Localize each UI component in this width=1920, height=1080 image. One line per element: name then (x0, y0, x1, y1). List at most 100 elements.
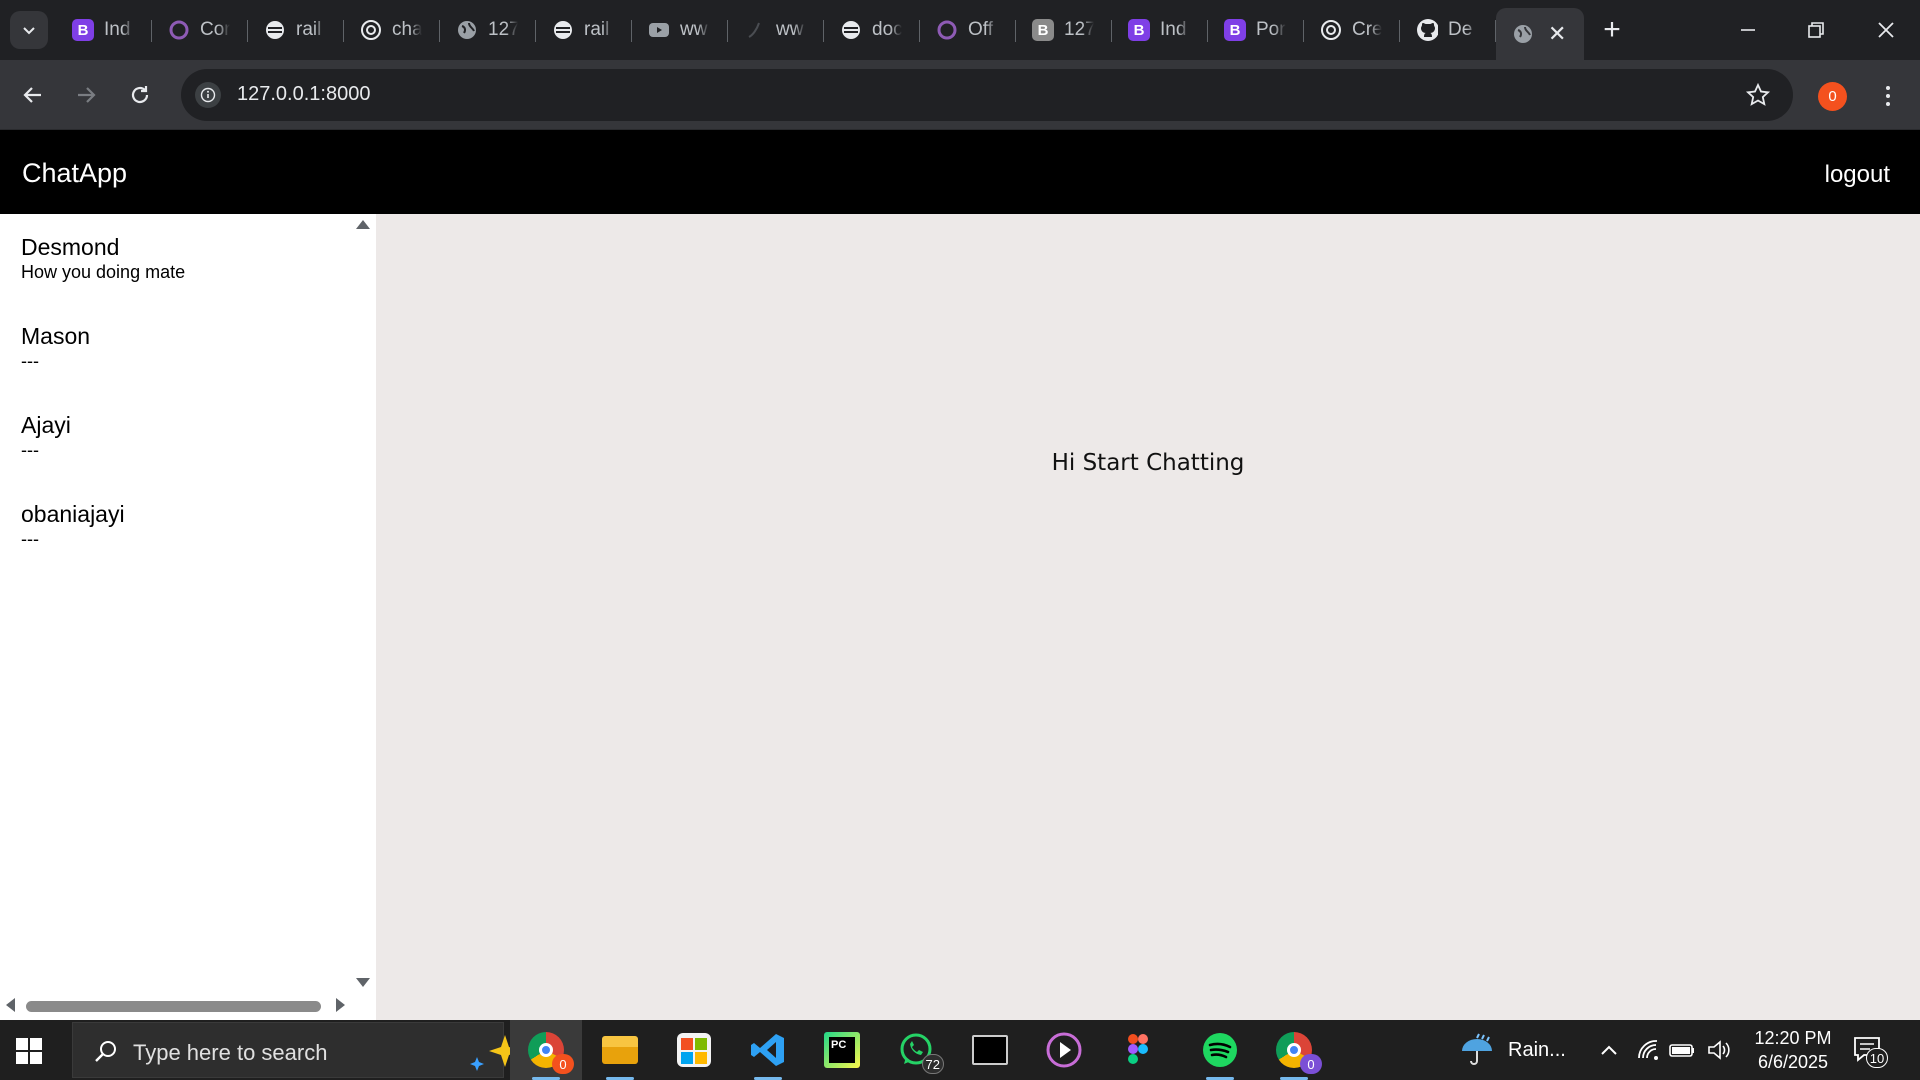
folder-icon (602, 1036, 638, 1064)
profile-avatar[interactable]: 0 (1818, 82, 1847, 111)
browser-tab[interactable]: cha (344, 8, 440, 52)
app-header: ChatApp logout (0, 130, 1920, 214)
taskbar-terminal[interactable] (954, 1020, 1026, 1080)
conversation-item[interactable]: obaniajayi --- (21, 501, 341, 549)
browser-tab[interactable]: 127 (440, 8, 536, 52)
tab-favicon-icon (840, 19, 862, 41)
active-browser-tab[interactable]: ✕ (1496, 8, 1584, 60)
taskbar-search-box[interactable]: Type here to search (72, 1022, 551, 1078)
show-hidden-icons-button[interactable] (1598, 1020, 1620, 1080)
tab-search-button[interactable] (10, 11, 48, 49)
taskbar-store[interactable] (658, 1020, 730, 1080)
taskbar-chrome-secondary[interactable]: 0 (1258, 1020, 1330, 1080)
reload-button[interactable] (122, 77, 158, 113)
conversation-item[interactable]: Ajayi --- (21, 412, 341, 460)
chrome-profile-badge: 0 (1300, 1054, 1322, 1074)
browser-tab[interactable]: ww (632, 8, 728, 52)
tab-favicon-icon (936, 19, 958, 41)
minimize-icon (1741, 29, 1755, 31)
tab-favicon-icon: B (72, 19, 94, 41)
conversation-item[interactable]: Desmond How you doing mate (21, 234, 341, 282)
browser-tab[interactable]: B Ind (56, 8, 152, 52)
reload-icon (131, 86, 149, 104)
tab-favicon-icon: B (1128, 19, 1150, 41)
windows-start-icon[interactable] (16, 1038, 42, 1064)
horizontal-scrollbar-thumb[interactable] (26, 1001, 321, 1012)
tab-title: Por (1256, 19, 1286, 40)
restore-button[interactable] (1782, 0, 1850, 60)
close-window-button[interactable] (1852, 0, 1920, 60)
volume-icon[interactable] (1706, 1020, 1732, 1080)
scroll-down-arrow-icon[interactable] (356, 978, 370, 987)
logout-link[interactable]: logout (1825, 161, 1890, 189)
taskbar-whatsapp[interactable]: 72 (880, 1020, 952, 1080)
browser-tab[interactable]: Cor (152, 8, 248, 52)
browser-tab[interactable]: doc (824, 8, 920, 52)
forward-button[interactable] (68, 77, 104, 113)
tab-favicon-icon: B (1032, 19, 1054, 41)
globe-icon (456, 19, 478, 41)
vscode-icon (751, 1034, 784, 1066)
browser-tab[interactable]: De (1400, 8, 1496, 52)
taskbar-spotify[interactable] (1184, 1020, 1256, 1080)
conversation-name: Desmond (21, 234, 120, 260)
browser-tab[interactable]: B Por (1208, 8, 1304, 52)
scroll-left-arrow-icon[interactable] (6, 998, 15, 1012)
close-tab-icon[interactable]: ✕ (1548, 21, 1566, 47)
app-brand[interactable]: ChatApp (22, 158, 127, 189)
site-info-icon[interactable] (195, 82, 221, 108)
taskbar-clock[interactable]: 12:20 PM 6/6/2025 (1748, 1026, 1838, 1074)
notification-center-button[interactable]: 10 (1852, 1034, 1888, 1069)
pycharm-icon: PC (824, 1032, 860, 1068)
browser-tab[interactable]: rail (248, 8, 344, 52)
taskbar-file-explorer[interactable] (584, 1020, 656, 1080)
video-icon (648, 19, 670, 41)
browser-tab[interactable]: Cre (1304, 8, 1400, 52)
tab-title: doc (872, 19, 902, 40)
clock-time: 12:20 PM (1754, 1028, 1832, 1048)
browser-tab[interactable]: ww (728, 8, 824, 52)
tab-list: B Ind Cor rail cha 127 rail ww ww doc Of… (56, 8, 1584, 60)
tab-favicon-icon (1320, 19, 1342, 41)
minimize-button[interactable] (1714, 0, 1782, 60)
browser-tab-strip: B Ind Cor rail cha 127 rail ww ww doc Of… (0, 0, 1920, 60)
notification-count-badge: 10 (1866, 1048, 1888, 1068)
rain-umbrella-icon (1462, 1033, 1492, 1065)
conversation-preview: How you doing mate (21, 262, 186, 282)
address-bar[interactable]: 127.0.0.1:8000 (181, 69, 1793, 121)
tab-title: De (1448, 19, 1473, 40)
network-icon[interactable] (1636, 1020, 1660, 1080)
browser-tab[interactable]: B Ind (1112, 8, 1208, 52)
conversation-item[interactable]: Mason --- (21, 323, 341, 371)
windows-taskbar: Type here to search 0 PC 72 0 Rain... 12… (0, 1020, 1920, 1080)
taskbar-chrome[interactable]: 0 (510, 1020, 582, 1080)
tab-title: ww (680, 19, 708, 40)
whatsapp-unread-badge: 72 (921, 1054, 944, 1074)
bookmark-star-icon[interactable] (1745, 82, 1771, 113)
globe-icon (1512, 23, 1534, 45)
chrome-icon: 0 (528, 1032, 574, 1074)
tab-favicon-icon (168, 19, 190, 41)
new-tab-button[interactable]: + (1596, 13, 1628, 46)
play-icon (1046, 1032, 1082, 1068)
taskbar-figma[interactable] (1102, 1020, 1174, 1080)
chrome-profile-badge: 0 (552, 1054, 574, 1074)
welcome-message: Hi Start Chatting (1051, 450, 1245, 476)
scroll-right-arrow-icon[interactable] (336, 998, 345, 1012)
browser-tab[interactable]: Off (920, 8, 1016, 52)
tab-title: cha (392, 19, 422, 40)
browser-tab[interactable]: rail (536, 8, 632, 52)
weather-widget[interactable]: Rain... (1458, 1020, 1566, 1080)
taskbar-vscode[interactable] (732, 1020, 804, 1080)
back-button[interactable] (15, 77, 51, 113)
browser-tab[interactable]: B 127 (1016, 8, 1112, 52)
url-text[interactable]: 127.0.0.1:8000 (237, 83, 370, 106)
taskbar-media-player[interactable] (1028, 1020, 1100, 1080)
browser-toolbar: 127.0.0.1:8000 0 (0, 60, 1920, 130)
browser-menu-icon[interactable] (1874, 80, 1902, 112)
tab-title: Cre (1352, 19, 1382, 40)
taskbar-pycharm[interactable]: PC (806, 1020, 878, 1080)
battery-icon[interactable] (1668, 1020, 1696, 1080)
close-icon (1878, 22, 1894, 38)
scroll-up-arrow-icon[interactable] (356, 220, 370, 229)
